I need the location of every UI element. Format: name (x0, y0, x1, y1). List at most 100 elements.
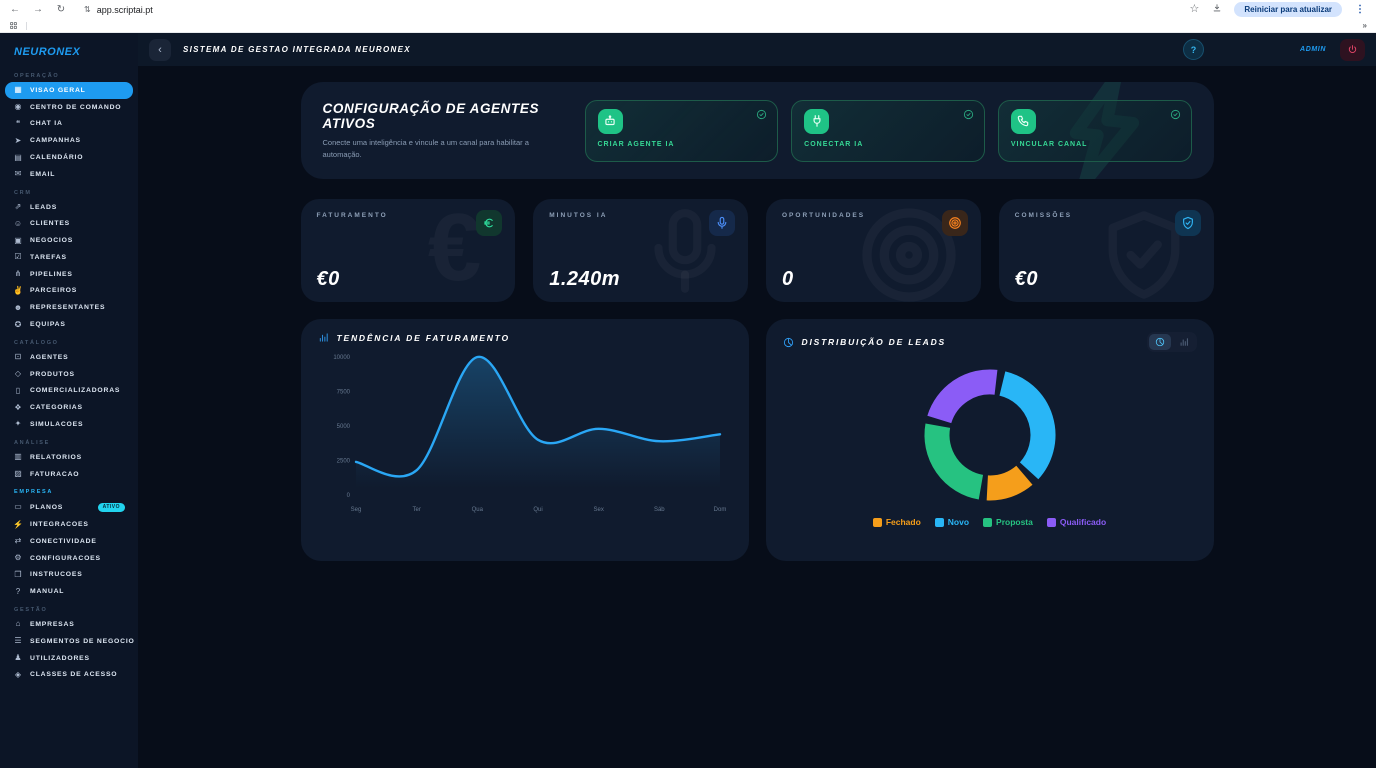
legend-label: Novo (948, 517, 969, 527)
sidebar-item-comercializadoras[interactable]: ▯COMERCIALIZADORAS (5, 383, 133, 400)
bookmark-star-icon[interactable]: ☆ (1188, 4, 1200, 15)
browser-chrome: ← → ↻ ⇅ app.scriptai.pt ☆ Reiniciar para… (0, 0, 1376, 33)
svg-text:Seg: Seg (350, 507, 361, 513)
chart-legend: Fechado Novo Proposta Qualificado (783, 517, 1197, 527)
help-icon: ? (13, 588, 23, 596)
url-text[interactable]: app.scriptai.pt (97, 5, 153, 15)
sidebar-item-label: EMAIL (30, 171, 55, 178)
nav-section-label-empresa: EMPRESA (14, 489, 124, 495)
sidebar-item-visao-geral[interactable]: ▦ VISAO GERAL (5, 82, 133, 99)
sidebar-item-conectividade[interactable]: ⇄CONECTIVIDADE (5, 533, 133, 550)
sidebar-item-utilizadores[interactable]: ♟UTILIZADORES (5, 650, 133, 667)
action-label: VINCULAR CANAL (1011, 141, 1179, 148)
leads-distribution-title: DISTRIBUIÇÃO DE LEADS (802, 337, 947, 347)
bookmarks-overflow-icon[interactable]: » (1363, 21, 1367, 30)
sidebar-item-chat-ia[interactable]: ❝CHAT IA (5, 116, 133, 133)
action-conectar-ia[interactable]: CONECTAR IA (791, 100, 985, 162)
calendar-icon: ▤ (13, 154, 23, 162)
browser-forward-icon[interactable]: → (32, 5, 44, 15)
restart-to-update-button[interactable]: Reiniciar para atualizar (1234, 2, 1342, 17)
site-info-icon[interactable]: ⇅ (84, 5, 91, 14)
legend-label: Qualificado (1060, 517, 1106, 527)
sidebar-item-centro-de-comando[interactable]: ◉CENTRO DE COMANDO (5, 99, 133, 116)
address-bar[interactable]: ⇅ app.scriptai.pt (78, 5, 1177, 15)
broadcast-icon: ◉ (13, 103, 23, 111)
browser-reload-icon[interactable]: ↻ (55, 5, 67, 15)
sidebar-item-manual[interactable]: ?MANUAL (5, 583, 133, 600)
toggle-bars-button[interactable] (1173, 334, 1195, 350)
user-gear-icon: ♟ (13, 654, 23, 662)
sidebar-item-agentes[interactable]: ⊡AGENTES (5, 349, 133, 366)
team-icon: ✪ (13, 321, 23, 329)
sidebar-item-label: SIMULACOES (30, 421, 83, 428)
sidebar-item-configuracoes[interactable]: ⚙CONFIGURACOES (5, 550, 133, 567)
leads-distribution-card: DISTRIBUIÇÃO DE LEADS Fechado Novo Propo (766, 319, 1214, 561)
browser-back-icon[interactable]: ← (9, 5, 21, 15)
sidebar-item-label: CLIENTES (30, 220, 70, 227)
sidebar-item-categorias[interactable]: ❖ CATEGORIAS (5, 399, 133, 416)
main-area: CONFIGURAÇÃO DE AGENTES ATIVOS Conecte u… (138, 66, 1376, 768)
grid-icon: ▦ (13, 86, 23, 94)
sidebar-item-empresas[interactable]: ⌂EMPRESAS (5, 616, 133, 633)
sidebar-item-simulacoes[interactable]: ✦ SIMULACOES (5, 416, 133, 433)
sidebar: NEURONEX OPERAÇÃO ▦ VISAO GERAL ◉CENTRO DE … (0, 33, 138, 768)
sidebar-item-planos[interactable]: ▭PLANOSATIVO (5, 498, 133, 516)
sidebar-item-leads[interactable]: ⇗LEADS (5, 199, 133, 216)
hero-title: CONFIGURAÇÃO DE AGENTES ATIVOS (323, 101, 585, 131)
sidebar-item-equipas[interactable]: ✪EQUIPAS (5, 316, 133, 333)
tags-icon: ❖ (13, 404, 23, 412)
toggle-pie-button[interactable] (1149, 334, 1171, 350)
action-vincular-canal[interactable]: VINCULAR CANAL (998, 100, 1192, 162)
apps-grid-icon[interactable] (9, 17, 18, 35)
sidebar-item-label: CATEGORIAS (30, 404, 83, 411)
sidebar-item-integracoes[interactable]: ⚡INTEGRACOES (5, 516, 133, 533)
sidebar-item-calendario[interactable]: ▤CALENDÁRIO (5, 149, 133, 166)
sidebar-item-label: AGENTES (30, 354, 68, 361)
robot-icon (598, 109, 623, 134)
stat-label: MINUTOS IA (549, 212, 732, 219)
logout-power-button[interactable] (1340, 39, 1365, 61)
stat-value: €0 (317, 268, 340, 291)
nav-section-label-operacao: OPERAÇÃO (14, 73, 124, 79)
sparkles-icon: ✦ (13, 420, 23, 428)
hero-actions: CRIAR AGENTE IA CONECTAR IA VINCULAR CANAL (585, 100, 1192, 162)
gear-icon: ⚙ (13, 554, 23, 562)
browser-toolbar: ← → ↻ ⇅ app.scriptai.pt ☆ Reiniciar para… (0, 0, 1376, 19)
sidebar-item-faturacao[interactable]: ▨FATURACAO (5, 466, 133, 483)
app-header: ‹ SISTEMA DE GESTAO INTEGRADA NEURONEX ?… (138, 33, 1376, 66)
action-label: CONECTAR IA (804, 141, 972, 148)
sidebar-item-parceiros[interactable]: ✌PARCEIROS (5, 283, 133, 300)
sidebar-item-negocios[interactable]: ▣NEGOCIOS (5, 232, 133, 249)
svg-text:Ter: Ter (412, 507, 420, 513)
back-button[interactable]: ‹ (149, 39, 171, 61)
sidebar-item-clientes[interactable]: ☺CLIENTES (5, 215, 133, 232)
sidebar-item-instrucoes[interactable]: ❒INSTRUCOES (5, 567, 133, 584)
stat-card-comissoes: COMISSÕES€0 (999, 199, 1214, 302)
browser-menu-icon[interactable]: ⋮ (1353, 4, 1367, 15)
sidebar-item-produtos[interactable]: ◇PRODUTOS (5, 366, 133, 383)
user-label: ADMIN (1300, 46, 1326, 53)
legend-item-novo: Novo (935, 517, 969, 527)
sidebar-item-relatorios[interactable]: ▥RELATORIOS (5, 449, 133, 466)
sidebar-item-email[interactable]: ✉EMAIL (5, 166, 133, 183)
svg-text:10000: 10000 (333, 355, 350, 361)
svg-text:7500: 7500 (336, 390, 350, 396)
sidebar-item-tarefas[interactable]: ☑TAREFAS (5, 249, 133, 266)
sidebar-item-label: CHAT IA (30, 120, 63, 127)
nav-section-label-gestao: GESTÃO (14, 607, 124, 613)
download-icon[interactable] (1211, 3, 1223, 16)
brand-logo: NEURONEX (0, 33, 138, 66)
sidebar-item-representantes[interactable]: ☻REPRESENTANTES (5, 299, 133, 316)
layers-icon: ☰ (13, 637, 23, 645)
sidebar-item-classes-de-acesso[interactable]: ◈CLASSES DE ACESSO (5, 666, 133, 683)
action-criar-agente-ia[interactable]: CRIAR AGENTE IA (585, 100, 779, 162)
legend-label: Proposta (996, 517, 1033, 527)
book-icon: ❒ (13, 571, 23, 579)
sidebar-item-segmentos-de-negocio[interactable]: ☰SEGMENTOS DE NEGOCIO (5, 633, 133, 650)
sidebar-item-label: VISAO GERAL (30, 87, 86, 94)
sidebar-item-pipelines[interactable]: ⋔PIPELINES (5, 266, 133, 283)
stat-value: €0 (1015, 268, 1038, 291)
bar-chart-icon: ▥ (13, 453, 23, 461)
help-button[interactable]: ? (1183, 39, 1204, 60)
sidebar-item-campanhas[interactable]: ➤CAMPANHAS (5, 132, 133, 149)
